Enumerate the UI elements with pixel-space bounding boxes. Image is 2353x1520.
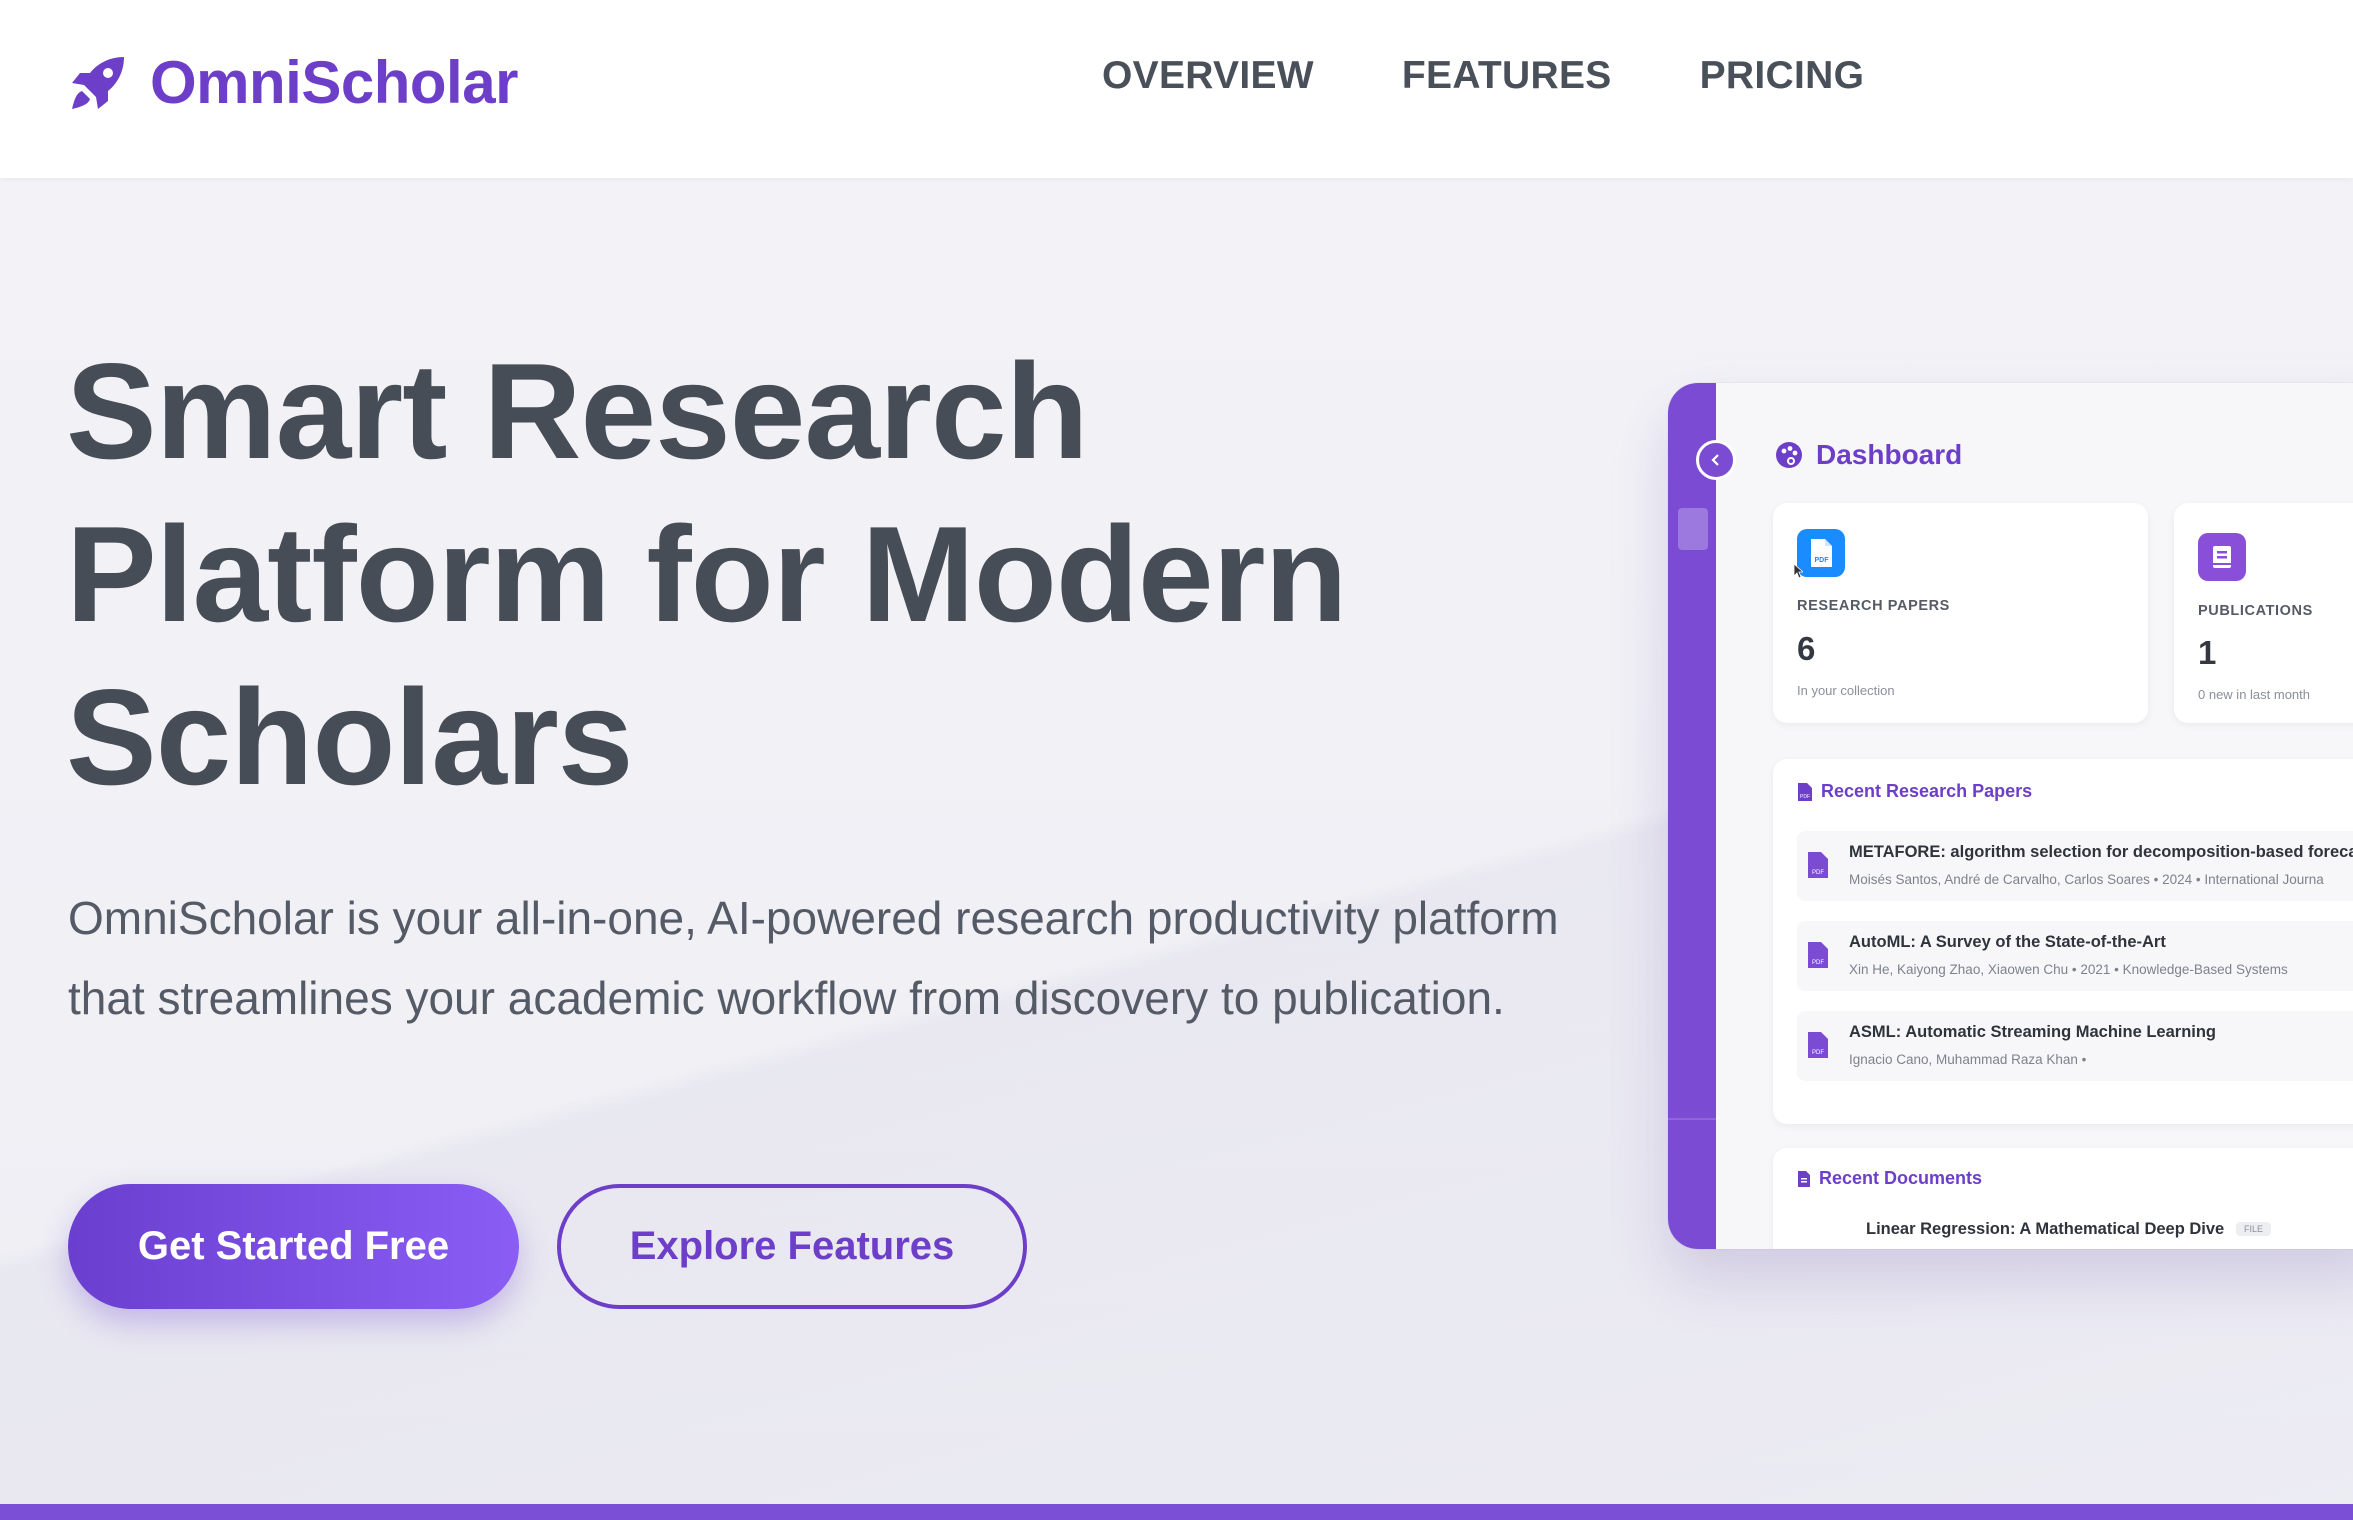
stat-card-publications[interactable]: PUBLICATIONS 1 0 new in last month [2174,503,2353,723]
brand-logo[interactable]: OmniScholar [66,48,518,117]
preview-sidebar [1668,383,1716,1249]
paper-list-item[interactable]: PDF AutoML: A Survey of the State-of-the… [1797,921,2353,991]
nav-pricing[interactable]: PRICING [1700,54,1865,98]
paper-title: AutoML: A Survey of the State-of-the-Art [1849,933,2166,951]
file-pdf-icon: PDF [1808,852,1828,878]
paper-meta: Moisés Santos, André de Carvalho, Carlos… [1849,872,2324,887]
recent-papers-heading: PDF Recent Research Papers [1797,781,2032,802]
svg-text:PDF: PDF [1815,557,1830,564]
stat-note: 0 new in last month [2198,687,2311,702]
stat-value: 6 [1797,630,1816,667]
explore-features-button[interactable]: Explore Features [557,1184,1027,1309]
get-started-button[interactable]: Get Started Free [68,1184,519,1309]
stat-note: In your collection [1797,683,1895,698]
preview-main: Dashboard PDF RESEARCH PAPERS 6 In your … [1716,383,2353,1249]
sidebar-collapse-button[interactable] [1696,440,1736,480]
recent-papers-card: PDF Recent Research Papers PDF METAFORE:… [1773,759,2353,1124]
chevron-left-icon [1711,454,1719,466]
main-nav: OVERVIEW FEATURES PRICING [1102,54,1952,98]
dashboard-preview: Dashboard PDF RESEARCH PAPERS 6 In your … [1668,383,2353,1249]
stat-label: RESEARCH PAPERS [1797,598,1950,614]
preview-sidebar-active-item [1678,508,1708,550]
stat-card-research-papers[interactable]: PDF RESEARCH PAPERS 6 In your collection [1773,503,2148,723]
paper-title: METAFORE: algorithm selection for decomp… [1849,843,2353,861]
document-title[interactable]: Linear Regression: A Mathematical Deep D… [1866,1220,2224,1239]
brand-name: OmniScholar [150,49,518,116]
dashboard-title: Dashboard [1816,439,1963,470]
rocket-icon [72,56,124,109]
file-pdf-icon: PDF [1798,782,1812,801]
paper-meta: Xin He, Kaiyong Zhao, Xiaowen Chu • 2021… [1849,962,2288,977]
svg-text:PDF: PDF [1800,794,1810,800]
dashboard-heading: Dashboard [1774,439,1962,471]
bottom-accent-bar [0,1504,2353,1520]
file-pdf-icon: PDF [1808,942,1828,968]
stat-label: PUBLICATIONS [2198,603,2313,619]
paper-meta: Ignacio Cano, Muhammad Raza Khan • [1849,1052,2087,1067]
hero-title: Smart Research Platform for Modern Schol… [66,335,1348,813]
palette-icon [1776,442,1802,468]
recent-documents-heading: Recent Documents [1797,1168,1982,1189]
svg-text:PDF: PDF [1812,960,1824,966]
nav-overview[interactable]: OVERVIEW [1102,54,1314,98]
paper-list-item[interactable]: PDF METAFORE: algorithm selection for de… [1797,831,2353,901]
document-icon [1798,1170,1810,1187]
file-pdf-icon: PDF [1808,1032,1828,1058]
document-type-badge: FILE [2236,1222,2272,1236]
svg-text:PDF: PDF [1812,1050,1824,1056]
pdf-icon: PDF [1797,529,1845,577]
paper-list-item[interactable]: PDF ASML: Automatic Streaming Machine Le… [1797,1011,2353,1081]
svg-text:PDF: PDF [1812,870,1824,876]
paper-title: ASML: Automatic Streaming Machine Learni… [1849,1023,2217,1041]
mouse-cursor-icon [1793,563,1803,579]
book-icon [2198,533,2246,581]
nav-features[interactable]: FEATURES [1402,54,1612,98]
preview-sidebar-divider [1668,1118,1716,1120]
recent-documents-card: Recent Documents Linear Regression: A Ma… [1773,1148,2353,1249]
hero-subtitle: OmniScholar is your all-in-one, AI-power… [68,892,1559,1024]
top-navbar: OmniScholar OVERVIEW FEATURES PRICING [0,0,2353,178]
stat-value: 1 [2198,634,2217,671]
